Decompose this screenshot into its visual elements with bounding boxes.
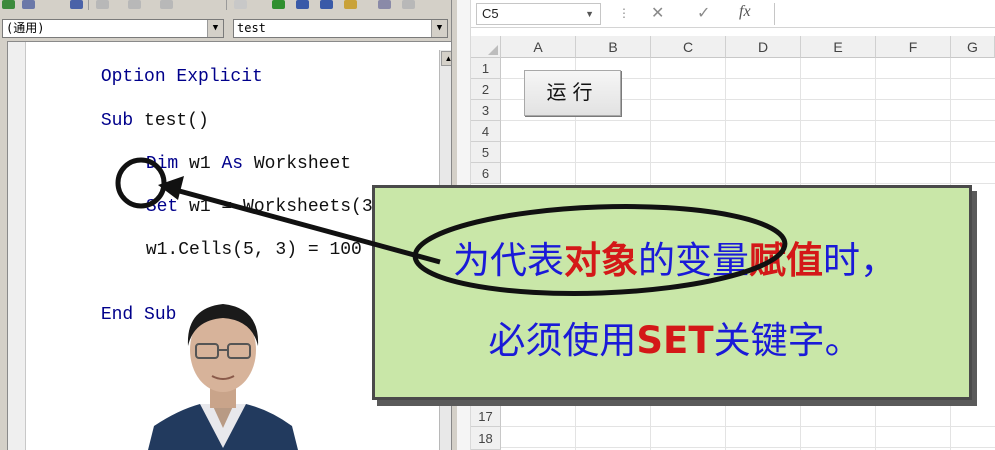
column-header[interactable]: A <box>501 36 576 58</box>
column-header[interactable]: G <box>951 36 995 58</box>
copy-icon[interactable] <box>128 0 141 9</box>
column-header[interactable]: F <box>876 36 951 58</box>
cancel-icon[interactable]: ✕ <box>651 3 664 23</box>
undo-icon[interactable] <box>234 0 247 9</box>
callout-text: 为代表 <box>453 239 564 282</box>
callout-text: 时， <box>823 239 897 282</box>
callout-highlight: 对象 <box>564 239 638 282</box>
cut-icon[interactable] <box>96 0 109 9</box>
design-mode-icon[interactable] <box>344 0 357 9</box>
row-header[interactable]: 4 <box>471 121 501 142</box>
break-icon[interactable] <box>296 0 309 9</box>
row-header[interactable]: 5 <box>471 142 501 163</box>
row-header[interactable]: 6 <box>471 163 501 184</box>
callout-box: 为代表对象的变量赋值时， 必须使用SET关键字。 <box>372 185 972 400</box>
presenter-video <box>148 304 298 450</box>
save-icon[interactable] <box>70 0 83 9</box>
row-header[interactable]: 18 <box>471 427 501 450</box>
object-combo[interactable]: (通用) ▼ <box>2 19 224 38</box>
enter-icon[interactable]: ✓ <box>697 3 710 23</box>
column-header[interactable]: C <box>651 36 726 58</box>
reset-icon[interactable] <box>320 0 333 9</box>
callout-line-1: 为代表对象的变量赋值时， <box>375 230 975 284</box>
select-all-corner[interactable] <box>471 36 501 58</box>
callout-highlight: 赋值 <box>749 239 823 282</box>
row-header[interactable]: 1 <box>471 58 501 79</box>
vbe-toolbar <box>0 0 457 16</box>
run-macro-icon[interactable] <box>272 0 285 9</box>
chevron-down-icon[interactable]: ▼ <box>207 20 223 37</box>
view-excel-icon[interactable] <box>2 0 15 9</box>
callout-text: 关键字。 <box>713 319 862 362</box>
code-line-cells-assign[interactable]: w1.Cells(5, 3) = 100 <box>81 220 362 280</box>
row-header[interactable]: 2 <box>471 79 501 100</box>
properties-icon[interactable] <box>402 0 415 9</box>
callout-line-2: 必须使用SET关键字。 <box>375 310 975 364</box>
column-header[interactable]: D <box>726 36 801 58</box>
formula-bar: C5 ▼ ⋮ ✕ ✓ fx <box>471 0 995 28</box>
row-header[interactable]: 3 <box>471 100 501 121</box>
name-box[interactable]: C5 ▼ <box>476 3 601 25</box>
procedure-combo[interactable]: test ▼ <box>233 19 448 38</box>
margin-indicator-bar[interactable] <box>8 42 26 450</box>
object-combo-value: (通用) <box>6 21 45 35</box>
callout-text: 的变量 <box>638 239 749 282</box>
paste-icon[interactable] <box>160 0 173 9</box>
column-header[interactable]: B <box>576 36 651 58</box>
run-button[interactable]: 运行 <box>524 70 621 116</box>
formula-input[interactable] <box>774 3 995 25</box>
row-header[interactable]: 17 <box>471 406 501 427</box>
callout-highlight: SET <box>636 319 714 362</box>
chevron-down-icon[interactable]: ▼ <box>585 4 594 24</box>
project-explorer-icon[interactable] <box>378 0 391 9</box>
procedure-combo-value: test <box>237 21 266 35</box>
chevron-down-icon[interactable]: ▼ <box>431 20 447 37</box>
callout-text: 必须使用 <box>488 319 637 362</box>
column-header[interactable]: E <box>801 36 876 58</box>
more-options-icon[interactable]: ⋮ <box>618 6 630 20</box>
insert-module-icon[interactable] <box>22 0 35 9</box>
name-box-value: C5 <box>482 6 499 21</box>
insert-function-icon[interactable]: fx <box>739 3 751 21</box>
